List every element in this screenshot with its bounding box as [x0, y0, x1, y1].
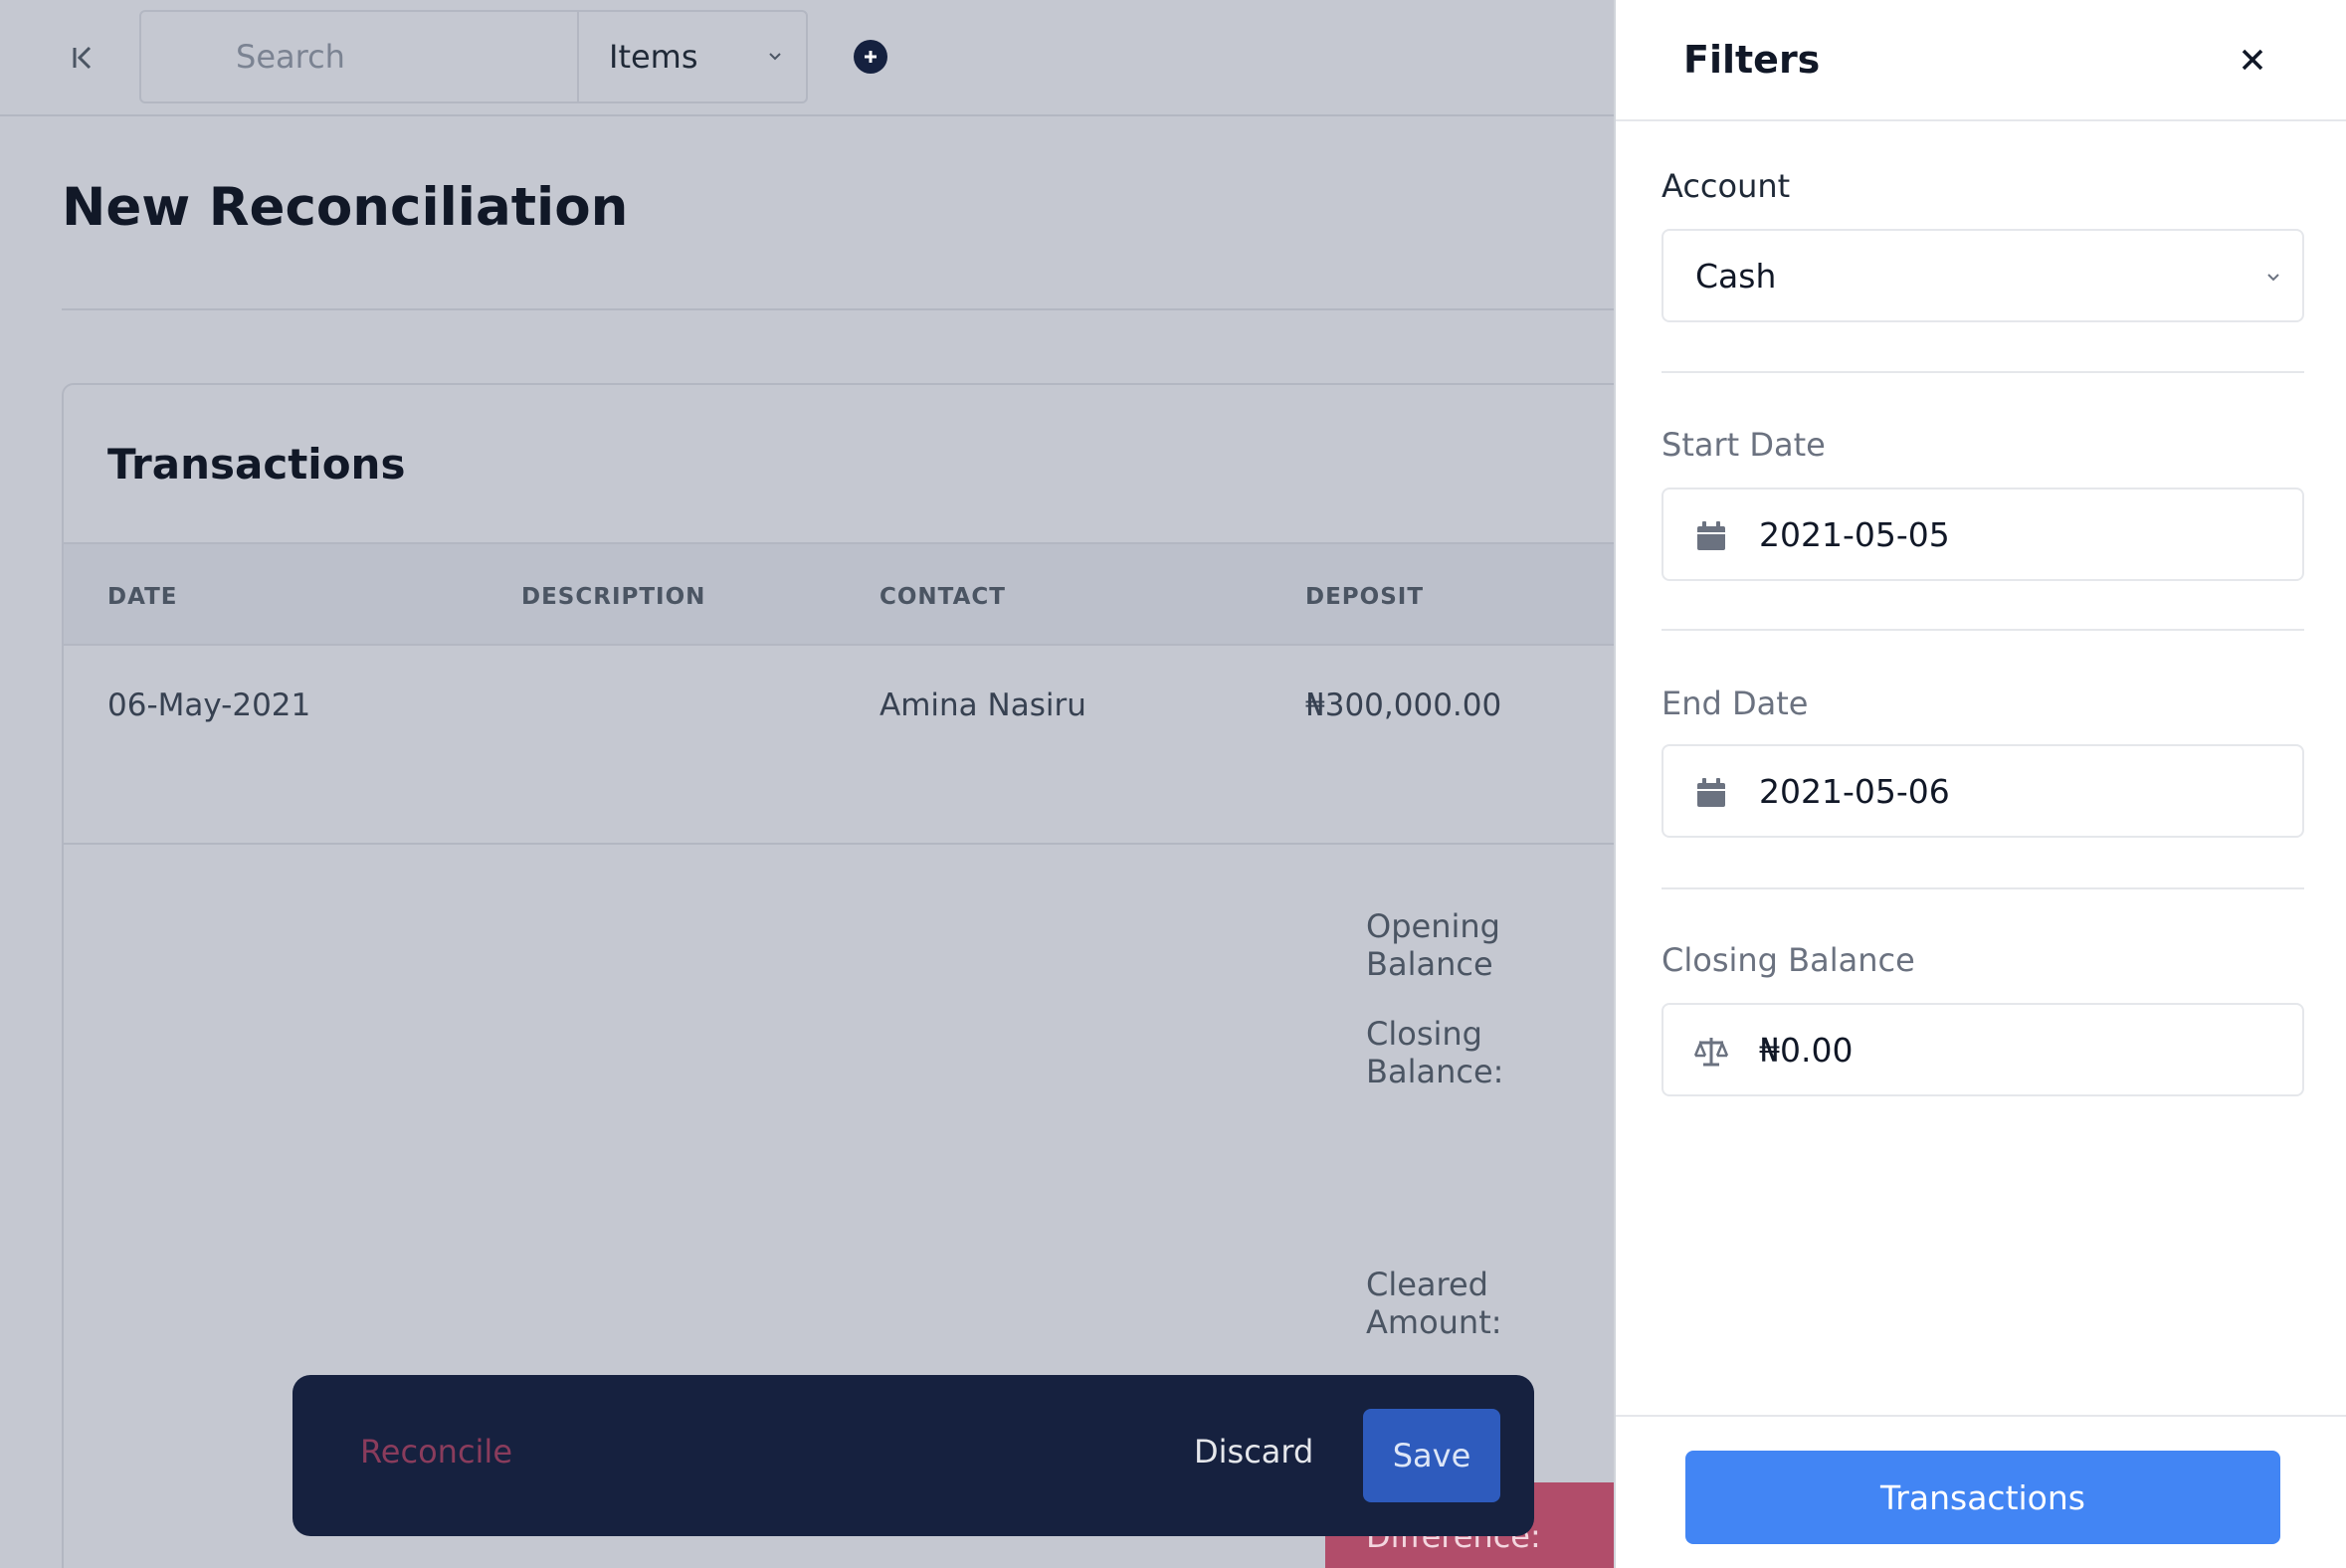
transactions-title: Transactions [107, 440, 406, 489]
chevron-down-icon [769, 53, 781, 61]
save-button[interactable]: Save [1363, 1409, 1500, 1502]
filters-header: Filters [1616, 0, 2346, 121]
collapse-sidebar-button[interactable] [66, 40, 101, 76]
start-date-field[interactable]: 2021-05-05 [1662, 488, 2304, 581]
cell-contact: Amina Nasiru [880, 687, 1086, 723]
opening-balance-label: Opening Balance [1366, 907, 1500, 983]
closing-balance-label: Closing Balance: [1366, 1015, 1504, 1090]
column-header-description: DESCRIPTION [521, 584, 706, 610]
main-app: Search Items New Reconciliation Transact… [0, 0, 1634, 1568]
search-scope-select[interactable]: Items [579, 12, 806, 101]
page-title: New Reconciliation [62, 177, 629, 238]
account-label: Account [1662, 167, 1791, 205]
end-date-value: 2021-05-06 [1759, 771, 1950, 811]
chevron-down-icon [2267, 274, 2279, 282]
closing-balance-field[interactable]: ₦0.00 [1662, 1003, 2304, 1096]
search-input[interactable]: Search [141, 12, 579, 101]
column-header-deposit: DEPOSIT [1305, 584, 1425, 610]
reconcile-button[interactable]: Reconcile [360, 1433, 512, 1470]
account-select[interactable]: Cash [1662, 229, 2304, 322]
close-filters-button[interactable] [2233, 40, 2272, 80]
calendar-icon [1697, 521, 1725, 550]
action-bar: Reconcile Discard Save [293, 1375, 1534, 1536]
search-group: Search Items [139, 10, 808, 103]
discard-button[interactable]: Discard [1194, 1433, 1313, 1470]
top-bar: Search Items [0, 0, 1614, 116]
transactions-button[interactable]: Transactions [1685, 1451, 2280, 1544]
filters-title: Filters [1683, 38, 1821, 82]
closing-balance-value: ₦0.00 [1759, 1030, 1854, 1070]
end-date-field[interactable]: 2021-05-06 [1662, 744, 2304, 838]
balance-scale-icon [1693, 1038, 1729, 1067]
cell-date: 06-May-2021 [107, 687, 311, 723]
search-scope-value: Items [609, 38, 698, 76]
column-header-date: DATE [107, 584, 178, 610]
end-date-label: End Date [1662, 685, 1809, 722]
filters-footer: Transactions [1616, 1415, 2346, 1568]
close-icon [2242, 49, 2263, 71]
closing-balance-label: Closing Balance [1662, 941, 1915, 979]
account-value: Cash [1695, 256, 1777, 295]
title-divider [62, 308, 1614, 310]
divider [1662, 629, 2304, 631]
calendar-icon [1697, 778, 1725, 807]
collapse-left-icon [73, 46, 92, 70]
divider [1662, 887, 2304, 889]
start-date-label: Start Date [1662, 426, 1826, 464]
divider [1662, 371, 2304, 373]
filters-panel: Filters Account Cash Start Date 2021-05-… [1614, 0, 2346, 1568]
cleared-amount-label: Cleared Amount: [1366, 1266, 1502, 1341]
cell-deposit: ₦300,000.00 [1305, 687, 1502, 723]
plus-circle-icon [865, 51, 877, 63]
table-row[interactable]: 06-May-2021 Amina Nasiru ₦300,000.00 [64, 646, 1632, 845]
table-header: DATE DESCRIPTION CONTACT DEPOSIT [64, 542, 1632, 646]
column-header-contact: CONTACT [880, 584, 1006, 610]
add-new-button[interactable] [854, 40, 887, 74]
start-date-value: 2021-05-05 [1759, 514, 1950, 554]
